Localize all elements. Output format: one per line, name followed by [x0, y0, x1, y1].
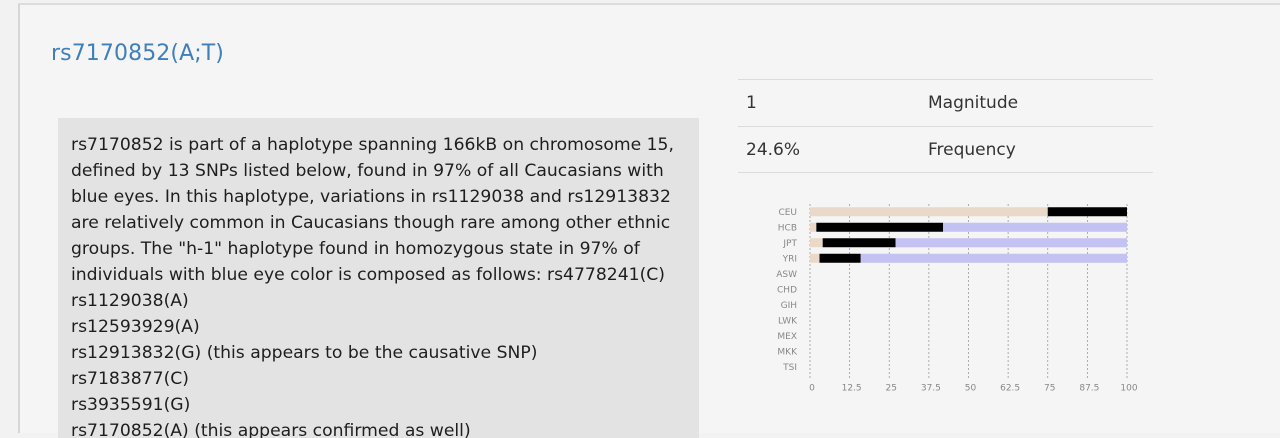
x-tick-label: 37.5	[921, 384, 941, 394]
category-label: GIH	[781, 301, 797, 311]
bar-segment	[860, 253, 1127, 263]
population-frequency-chart: CEU HCB JPT YRI ASW CHD GIH LWK MEX MKK TSI 0 12.5 25…	[776, 204, 1138, 394]
snp-description: rs7170852 is part of a haplotype spannin…	[58, 118, 699, 438]
category-label: CEU	[778, 208, 797, 218]
x-tick-label: 75	[1044, 384, 1055, 394]
description-line: rs12913832(G) (this appears to be the ca…	[71, 343, 538, 363]
frequency-row: 24.6% Frequency	[738, 126, 1153, 173]
bar-segment	[816, 222, 944, 232]
description-line: rs7170852(A) (this appears confirmed as …	[71, 421, 471, 438]
magnitude-row: 1 Magnitude	[738, 79, 1153, 126]
category-label: LWK	[778, 316, 798, 326]
bar-segment	[810, 222, 817, 232]
frequency-value: 24.6%	[746, 139, 801, 160]
bar-segment	[810, 207, 1048, 217]
frequency-label[interactable]: Frequency	[928, 140, 1153, 160]
x-tick-label: 100	[1120, 384, 1137, 394]
x-tick-label: 87.5	[1079, 384, 1099, 394]
bar-segment	[822, 238, 896, 248]
x-tick-label: 25	[886, 384, 897, 394]
description-paragraph: rs7170852 is part of a haplotype spannin…	[71, 135, 674, 285]
category-label: YRI	[782, 254, 797, 264]
bar-segment	[810, 253, 820, 263]
description-line: rs7183877(C)	[71, 369, 189, 389]
description-line: rs12593929(A)	[71, 317, 200, 337]
category-label: CHD	[777, 285, 797, 295]
bar-segment	[895, 238, 1127, 248]
x-tick-label: 62.5	[1000, 384, 1020, 394]
bar-segment	[943, 222, 1127, 232]
description-line: rs3935591(G)	[71, 395, 191, 415]
stats-table: 1 Magnitude 24.6% Frequency	[738, 79, 1153, 173]
description-line: rs1129038(A)	[71, 291, 189, 311]
magnitude-label[interactable]: Magnitude	[928, 93, 1153, 113]
bar-segment	[1047, 207, 1127, 217]
category-label: MEX	[777, 332, 797, 342]
category-label: MKK	[777, 347, 798, 357]
x-tick-label: 12.5	[842, 384, 862, 394]
category-label: ASW	[776, 270, 797, 280]
category-label: TSI	[782, 363, 797, 373]
category-label: JPT	[782, 239, 797, 249]
magnitude-value: 1	[746, 93, 757, 113]
snp-title[interactable]: rs7170852(A;T)	[51, 41, 224, 66]
category-label: HCB	[778, 223, 797, 233]
bar-segment	[819, 253, 861, 263]
snp-panel: rs7170852(A;T) rs7170852 is part of a ha…	[18, 3, 1280, 438]
bar-segment	[810, 238, 823, 248]
x-tick-label: 50	[965, 384, 977, 394]
x-tick-label: 0	[809, 384, 815, 394]
